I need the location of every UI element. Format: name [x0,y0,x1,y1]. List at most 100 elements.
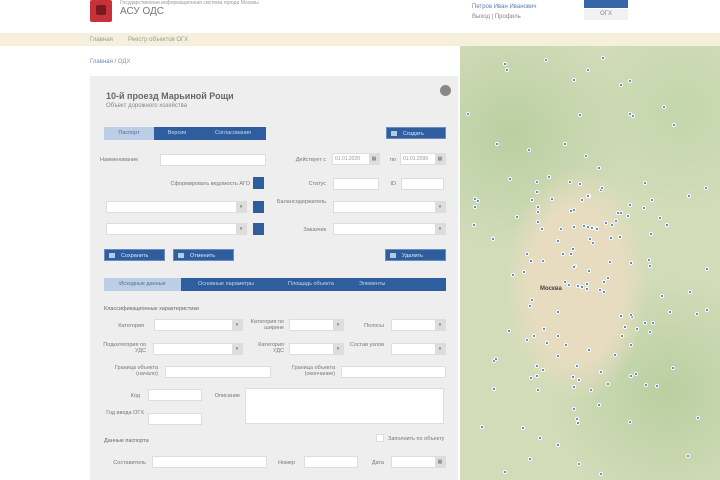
map-marker[interactable] [586,348,591,353]
select-2-button[interactable] [253,223,264,235]
map-marker[interactable] [527,147,532,152]
map-marker[interactable] [568,209,573,214]
map-marker[interactable] [567,179,572,184]
map-marker[interactable] [528,457,532,462]
map-marker[interactable] [634,371,639,376]
map-marker[interactable] [530,197,535,202]
map-marker[interactable] [476,198,481,203]
map-marker[interactable] [610,222,615,227]
nav-registry[interactable]: Реестр объектов ОГХ [128,37,188,43]
top-blue-button[interactable] [584,0,628,8]
map-marker[interactable] [619,314,624,319]
map-marker[interactable] [642,320,647,325]
save-button[interactable]: Сохранить [104,249,165,261]
top-button[interactable]: ОГХ [584,9,628,20]
map-marker[interactable] [572,78,577,83]
map-marker[interactable] [528,375,533,380]
map-marker[interactable] [545,341,550,346]
map-marker[interactable] [598,471,603,476]
select-1-button[interactable] [253,201,264,213]
map-marker[interactable] [596,403,601,408]
map-marker[interactable] [555,310,560,314]
lanes-select[interactable]: ▾ [391,319,446,331]
map-marker[interactable] [703,185,708,190]
map-marker[interactable] [563,141,568,146]
map-marker[interactable] [566,282,571,287]
map-marker[interactable] [541,258,546,263]
map-marker[interactable] [660,294,665,299]
map-marker[interactable] [627,78,632,83]
map-marker[interactable] [571,406,576,411]
map-marker[interactable] [671,122,676,127]
map-marker[interactable] [521,270,526,275]
map-marker[interactable] [686,453,691,458]
width-category-select[interactable]: ▾ [289,319,344,331]
subtab-area[interactable]: Площадь объекта [271,278,351,291]
number-input[interactable] [304,456,358,468]
map-marker[interactable] [664,223,669,228]
map-marker[interactable] [667,310,672,315]
map-marker[interactable] [473,204,478,209]
map-marker[interactable] [491,387,496,392]
map-marker[interactable] [589,225,594,230]
map-marker[interactable] [609,235,614,240]
valid-to-input[interactable]: 01.01.2099 ▦ [400,153,446,165]
map-marker[interactable] [586,269,591,274]
map-marker[interactable] [539,227,544,232]
map-marker[interactable] [575,363,580,368]
map-marker[interactable] [670,365,675,370]
map-marker[interactable] [534,374,539,379]
map-marker[interactable] [527,304,532,309]
map-marker[interactable] [511,272,516,277]
id-input[interactable] [401,178,444,190]
map-marker[interactable] [588,236,593,241]
map-marker[interactable] [561,252,566,257]
user-links[interactable]: Выход | Профиль [472,14,521,20]
subcategory-select[interactable]: ▾ [153,343,243,355]
map-marker[interactable] [619,83,624,88]
map-marker[interactable] [577,378,582,383]
map-marker[interactable] [504,67,509,72]
map-marker[interactable] [536,387,541,392]
map-marker[interactable] [585,68,590,73]
map-marker[interactable] [705,307,710,312]
status-input[interactable] [333,178,379,190]
map-marker[interactable] [596,165,601,170]
calendar-icon[interactable]: ▦ [435,154,445,164]
map-marker[interactable] [628,419,633,424]
start-boundary-input[interactable] [165,366,271,378]
tab-versions[interactable]: Версии [154,127,200,140]
map-marker[interactable] [602,279,607,284]
map-marker[interactable] [627,203,632,208]
map-marker[interactable] [628,260,633,265]
map-marker[interactable] [472,223,477,228]
map-marker[interactable] [688,290,692,295]
map-marker[interactable] [649,231,654,236]
end-boundary-input[interactable] [341,366,446,378]
map-marker[interactable] [622,325,627,329]
map-marker[interactable] [606,382,611,387]
map-marker[interactable] [524,252,529,257]
code-input[interactable] [148,389,202,401]
map-marker[interactable] [490,237,495,242]
author-input[interactable] [152,456,267,468]
map-marker[interactable] [589,387,594,392]
form-report-button[interactable] [253,177,264,189]
map-marker[interactable] [494,357,499,362]
map-marker[interactable] [555,353,560,358]
select-2[interactable]: ▾ [106,223,247,235]
map-marker[interactable] [580,284,585,289]
logo[interactable] [90,0,112,22]
map-marker[interactable] [603,221,608,226]
map-marker[interactable] [514,215,519,220]
map-marker[interactable] [572,224,577,229]
map-marker[interactable] [532,334,537,339]
delete-button[interactable]: Удалить [385,249,446,261]
map-marker[interactable] [535,205,540,210]
map-marker[interactable] [530,297,535,302]
map-marker[interactable] [503,469,508,474]
map-marker[interactable] [563,342,568,347]
map-marker[interactable] [540,368,545,373]
map-marker[interactable] [535,220,540,225]
map-marker[interactable] [570,247,575,252]
